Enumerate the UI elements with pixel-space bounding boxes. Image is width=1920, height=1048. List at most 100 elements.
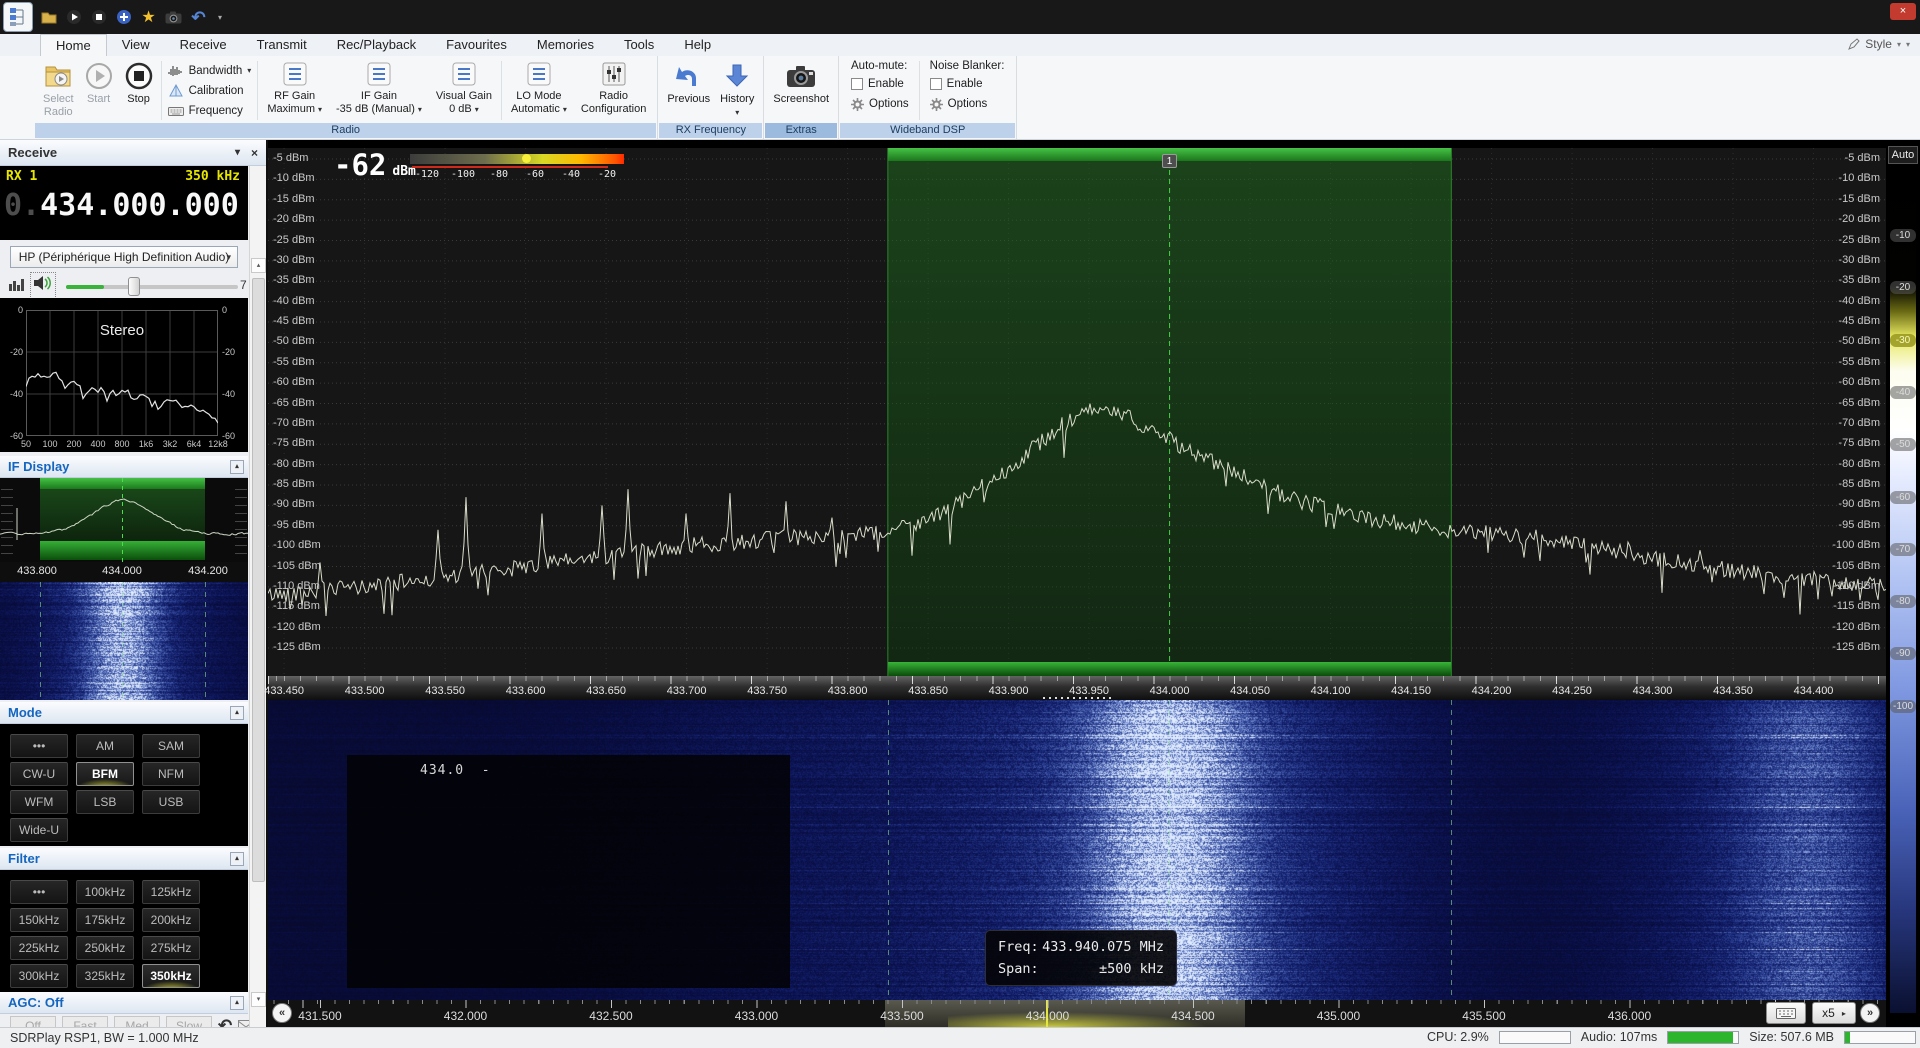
tab-rec-playback[interactable]: Rec/Playback xyxy=(322,34,431,56)
legend-peak-line xyxy=(412,166,608,168)
agc-button-fast[interactable]: Fast xyxy=(62,1016,108,1027)
mute-button[interactable] xyxy=(30,272,56,299)
panel-close-icon[interactable]: × xyxy=(251,140,258,166)
history-button[interactable]: History ▾ xyxy=(715,58,759,123)
filter-button-275khz[interactable]: 275kHz xyxy=(142,936,200,960)
filter-button-325khz[interactable]: 325kHz xyxy=(76,964,134,988)
tab-help[interactable]: Help xyxy=(669,34,726,56)
mode-button-wide-u[interactable]: Wide-U xyxy=(10,818,68,842)
band-navigation-bar[interactable]: 431.500432.000432.500433.000433.500434.0… xyxy=(268,1000,1886,1027)
open-folder-icon[interactable] xyxy=(40,9,57,26)
if-gain-button[interactable]: IF Gain -35 dB (Manual)▾ xyxy=(329,58,429,123)
collapse-button[interactable]: ▴ xyxy=(230,460,244,474)
screenshot-camera-icon[interactable] xyxy=(165,9,182,26)
agc-button-med[interactable]: Med xyxy=(114,1016,160,1027)
waterfall-display[interactable]: 434.0 - Freq:433.940.075 MHz Span:±500 k… xyxy=(268,700,1886,1000)
tab-view[interactable]: View xyxy=(107,34,165,56)
filter-button-200khz[interactable]: 200kHz xyxy=(142,908,200,932)
frequency-readout[interactable]: 0.434.000.000 xyxy=(4,188,239,223)
keyboard-entry-button[interactable] xyxy=(1766,1002,1806,1024)
mode-button-am[interactable]: AM xyxy=(76,734,134,758)
pan-left-button[interactable]: « xyxy=(272,1003,292,1023)
filter-button-more[interactable]: ••• xyxy=(10,880,68,904)
close-button[interactable]: × xyxy=(1890,3,1916,20)
spectrum-display[interactable]: -5 dBm-10 dBm-15 dBm-20 dBm-25 dBm-30 dB… xyxy=(268,148,1886,676)
start-icon[interactable] xyxy=(65,9,82,26)
visual-gain-value: 0 dB xyxy=(449,103,472,116)
app-menu-button[interactable] xyxy=(3,2,33,32)
select-radio-button[interactable]: Select Radio xyxy=(38,58,79,123)
radio-configuration-button[interactable]: Radio Configuration xyxy=(574,58,653,123)
stop-button[interactable]: Stop xyxy=(119,58,159,123)
filter-button-125khz[interactable]: 125kHz xyxy=(142,880,200,904)
zoom-x5-button[interactable]: x5▸ xyxy=(1812,1002,1856,1024)
mode-button-cw-u[interactable]: CW-U xyxy=(10,762,68,786)
checkbox-icon[interactable] xyxy=(851,78,863,90)
bandwidth-button[interactable]: Bandwidth ▾ xyxy=(168,61,252,80)
mode-button-wfm[interactable]: WFM xyxy=(10,790,68,814)
if-spectrum[interactable] xyxy=(0,478,248,562)
filter-button-225khz[interactable]: 225kHz xyxy=(10,936,68,960)
tab-receive[interactable]: Receive xyxy=(165,34,242,56)
mode-button-usb[interactable]: USB xyxy=(142,790,200,814)
mode-button-lsb[interactable]: LSB xyxy=(76,790,134,814)
filter-button-175khz[interactable]: 175kHz xyxy=(76,908,134,932)
filter-button-150khz[interactable]: 150kHz xyxy=(10,908,68,932)
visual-gain-button[interactable]: Visual Gain 0 dB▾ xyxy=(429,58,499,123)
if-waterfall[interactable] xyxy=(0,582,248,700)
agc-button-slow[interactable]: Slow xyxy=(166,1016,212,1027)
filter-button-300khz[interactable]: 300kHz xyxy=(10,964,68,988)
left-panel-scrollbar[interactable]: ▴ ▾ xyxy=(249,166,266,1027)
restore-icon[interactable]: ↶ xyxy=(218,1016,232,1027)
start-button[interactable]: Start xyxy=(79,58,119,123)
mode-button-more[interactable]: ••• xyxy=(10,734,68,758)
noise-blanker-enable[interactable]: Enable xyxy=(930,76,1005,92)
panel-menu-icon[interactable]: ▾ xyxy=(235,140,240,166)
frequency-display[interactable]: RX 1 350 kHz 0.434.000.000 xyxy=(0,166,248,240)
screenshot-button[interactable]: Screenshot xyxy=(768,58,834,123)
rf-gain-button[interactable]: RF Gain Maximum▾ xyxy=(260,58,329,123)
collapse-button[interactable]: ▴ xyxy=(230,852,244,866)
tab-memories[interactable]: Memories xyxy=(522,34,609,56)
style-selector[interactable]: Style ▾ ▾ xyxy=(1848,37,1910,51)
lo-mode-button[interactable]: LO Mode Automatic▾ xyxy=(504,58,574,123)
tab-transmit[interactable]: Transmit xyxy=(242,34,322,56)
audio-device-select[interactable]: HP (Périphérique High Definition Audio) … xyxy=(10,246,238,268)
mode-button-nfm[interactable]: NFM xyxy=(142,762,200,786)
favourite-icon[interactable]: ★ xyxy=(140,9,157,26)
qat-customize-icon[interactable]: ▾ xyxy=(215,9,225,26)
pan-right-button[interactable]: » xyxy=(1860,1003,1880,1023)
filter-button-250khz[interactable]: 250kHz xyxy=(76,936,134,960)
filter-button-100khz[interactable]: 100kHz xyxy=(76,880,134,904)
add-icon[interactable] xyxy=(115,9,132,26)
spectrum-frequency-scale[interactable]: 433.450433.500433.550433.600433.650433.7… xyxy=(268,676,1886,700)
auto-range-button[interactable]: Auto xyxy=(1888,146,1918,164)
rx-marker-badge[interactable]: 1 xyxy=(1162,154,1177,168)
automute-options[interactable]: Options xyxy=(851,96,909,112)
agc-button-off[interactable]: Off xyxy=(10,1016,56,1027)
mode-button-bfm[interactable]: BFM xyxy=(76,762,134,786)
volume-slider[interactable] xyxy=(66,285,238,289)
mode-button-sam[interactable]: SAM xyxy=(142,734,200,758)
tab-home[interactable]: Home xyxy=(40,34,107,56)
undo-icon[interactable]: ↶ xyxy=(190,9,207,26)
scroll-down-icon[interactable]: ▾ xyxy=(251,992,266,1007)
volume-slider-handle[interactable] xyxy=(128,277,140,296)
previous-button[interactable]: Previous xyxy=(662,58,715,123)
equalizer-icon[interactable] xyxy=(8,276,26,297)
collapse-ribbon-icon[interactable]: ▾ xyxy=(1906,40,1910,49)
collapse-button[interactable]: ▴ xyxy=(230,706,244,720)
filter-button-350khz[interactable]: 350kHz xyxy=(142,964,200,988)
scroll-up-icon[interactable]: ▴ xyxy=(251,258,266,273)
freq-tick-label: 433.700 xyxy=(667,685,707,697)
frequency-button[interactable]: Frequency xyxy=(168,101,252,120)
calibration-button[interactable]: Calibration xyxy=(168,81,252,100)
collapse-button[interactable]: ▴ xyxy=(230,996,244,1010)
tab-favourites[interactable]: Favourites xyxy=(431,34,522,56)
automute-enable[interactable]: Enable xyxy=(851,76,909,92)
tab-tools[interactable]: Tools xyxy=(609,34,669,56)
stop-icon[interactable] xyxy=(90,9,107,26)
scrollbar-thumb[interactable] xyxy=(252,278,265,882)
checkbox-icon[interactable] xyxy=(930,78,942,90)
noise-blanker-options[interactable]: Options xyxy=(930,96,1005,112)
